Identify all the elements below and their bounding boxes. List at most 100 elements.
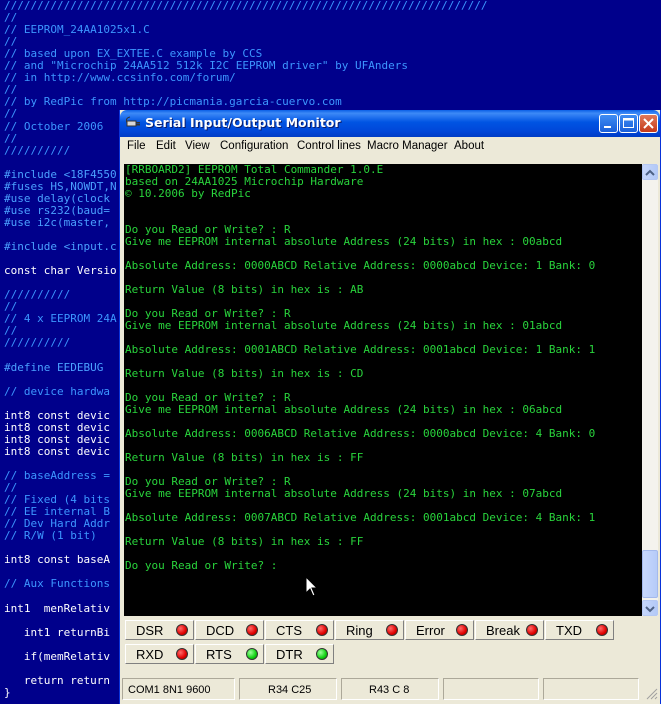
signal-label: Break <box>486 623 520 638</box>
status-port: COM1 8N1 9600 <box>122 678 235 700</box>
terminal-line: Do you Read or Write? : <box>125 559 278 572</box>
signal-dcd: DCD <box>195 620 264 640</box>
status-port-text: COM1 8N1 9600 <box>128 684 211 696</box>
status-bar: COM1 8N1 9600 R34 C25 R43 C 8 <box>120 676 660 704</box>
status-cursor-1-text: R34 C25 <box>268 684 312 696</box>
led-indicator-icon <box>596 624 608 636</box>
terminal-line: Give me EEPROM internal absolute Address… <box>125 235 563 248</box>
editor-line[interactable]: // R/W (1 bit) <box>4 530 97 542</box>
editor-line[interactable]: int8 const devic <box>4 445 110 458</box>
signal-label: Ring <box>346 623 373 638</box>
maximize-button[interactable] <box>619 114 638 133</box>
terminal-line: Return Value (8 bits) in hex is : FF <box>125 451 364 464</box>
editor-line[interactable]: // device hardwa <box>4 385 110 398</box>
scroll-thumb[interactable] <box>642 550 658 598</box>
maximize-icon <box>623 118 634 128</box>
status-cursor-2-text: R43 C 8 <box>369 684 410 696</box>
menu-file[interactable]: File <box>127 140 146 152</box>
signal-ring: Ring <box>335 620 404 640</box>
status-cursor-1: R34 C25 <box>239 678 337 700</box>
terminal-line: Give me EEPROM internal absolute Address… <box>125 319 563 332</box>
minimize-button[interactable] <box>599 114 618 133</box>
menu-edit[interactable]: Edit <box>156 140 176 152</box>
editor-line[interactable]: #use delay(clock <box>4 192 110 205</box>
status-cursor-2: R43 C 8 <box>341 678 439 700</box>
editor-line[interactable]: // <box>4 132 17 145</box>
resize-grip-icon[interactable] <box>646 688 658 700</box>
editor-line[interactable]: // 4 x EEPROM 24A <box>4 313 117 325</box>
signal-cts: CTS <box>265 620 334 640</box>
led-indicator-icon <box>526 624 538 636</box>
editor-line[interactable]: int8 const baseA <box>4 554 110 566</box>
terminal-line: Return Value (8 bits) in hex is : FF <box>125 535 364 548</box>
signal-break: Break <box>475 620 544 640</box>
led-indicator-icon <box>246 648 258 660</box>
signal-label: Error <box>416 623 445 638</box>
terminal-line: Absolute Address: 0000ABCD Relative Addr… <box>125 259 596 272</box>
terminal-line: Absolute Address: 0001ABCD Relative Addr… <box>125 343 596 356</box>
signal-label: DSR <box>136 623 164 638</box>
signal-txd: TXD <box>545 620 614 640</box>
serial-monitor-window: Serial Input/Output Monitor File Edit Vi… <box>119 110 661 704</box>
editor-line[interactable]: #include <input.c <box>4 241 117 253</box>
terminal-output[interactable]: [RRBOARD2] EEPROM Total Commander 1.0.E b… <box>124 164 642 616</box>
signal-label: RTS <box>206 647 232 662</box>
editor-line[interactable]: return return <box>4 674 110 687</box>
menu-bar: File Edit View Configuration Control lin… <box>120 137 660 157</box>
terminal-line: Give me EEPROM internal absolute Address… <box>125 403 563 416</box>
editor-line[interactable]: // <box>4 108 17 120</box>
scroll-down-button[interactable] <box>642 600 658 616</box>
editor-line[interactable]: int8 const devic <box>4 409 110 422</box>
editor-line[interactable]: // by RedPic from http://picmania.garcia… <box>4 96 342 108</box>
editor-line[interactable]: #include <18F4550 <box>4 168 117 181</box>
signal-label: RXD <box>136 647 164 662</box>
signal-rts: RTS <box>195 644 264 664</box>
terminal-line: Absolute Address: 0006ABCD Relative Addr… <box>125 427 596 440</box>
menu-view[interactable]: View <box>185 140 210 152</box>
terminal-line: © 10.2006 by RedPic <box>125 187 251 200</box>
editor-line[interactable]: int8 const devic <box>4 421 110 434</box>
editor-line[interactable]: ////////// <box>4 337 70 349</box>
editor-line[interactable]: // Aux Functions <box>4 578 110 590</box>
editor-line[interactable]: // baseAddress = <box>4 469 110 482</box>
signal-label: TXD <box>556 623 582 638</box>
editor-line[interactable]: ////////////////////////////////////////… <box>4 0 487 12</box>
editor-line[interactable]: int1 menRelativ <box>4 602 110 615</box>
editor-line[interactable]: #define EEDEBUG <box>4 361 103 374</box>
chevron-up-icon <box>645 169 655 176</box>
led-indicator-icon <box>176 624 188 636</box>
editor-line[interactable]: } <box>4 686 11 699</box>
minimize-icon <box>604 126 611 128</box>
menu-configuration[interactable]: Configuration <box>220 140 288 152</box>
close-button[interactable] <box>639 114 658 133</box>
editor-line[interactable]: // October 2006 <box>4 120 103 133</box>
mouse-pointer-icon <box>305 576 319 597</box>
menu-about[interactable]: About <box>454 140 484 152</box>
menu-macro-manager[interactable]: Macro Manager <box>367 140 448 152</box>
editor-line[interactable]: // EEPROM_24AA1025x1.C <box>4 24 150 36</box>
editor-line[interactable]: if(memRelativ <box>4 650 110 663</box>
title-bar[interactable]: Serial Input/Output Monitor <box>120 110 660 137</box>
editor-line[interactable]: #fuses HS,NOWDT,N <box>4 180 117 193</box>
editor-line[interactable]: #use i2c(master, <box>4 216 110 229</box>
signal-dtr: DTR <box>265 644 334 664</box>
signal-label: CTS <box>276 623 302 638</box>
led-indicator-icon <box>456 624 468 636</box>
serial-plug-icon <box>126 116 140 127</box>
editor-line[interactable]: const char Versio <box>4 265 117 277</box>
window-title: Serial Input/Output Monitor <box>145 115 341 130</box>
signal-rxd: RXD <box>125 644 194 664</box>
editor-line[interactable]: ////////// <box>4 144 70 157</box>
terminal-line: Return Value (8 bits) in hex is : CD <box>125 367 364 380</box>
led-indicator-icon <box>386 624 398 636</box>
signal-dsr: DSR <box>125 620 194 640</box>
scroll-up-button[interactable] <box>642 164 658 180</box>
editor-line[interactable]: // in http://www.ccsinfo.com/forum/ <box>4 72 236 84</box>
terminal-line: Give me EEPROM internal absolute Address… <box>125 487 563 500</box>
editor-line[interactable]: int8 const devic <box>4 433 110 446</box>
status-pane-4 <box>443 678 539 700</box>
chevron-down-icon <box>645 606 655 613</box>
terminal-scrollbar[interactable] <box>642 164 658 616</box>
menu-control-lines[interactable]: Control lines <box>297 140 361 152</box>
editor-line[interactable]: int1 returnBi <box>4 626 110 639</box>
